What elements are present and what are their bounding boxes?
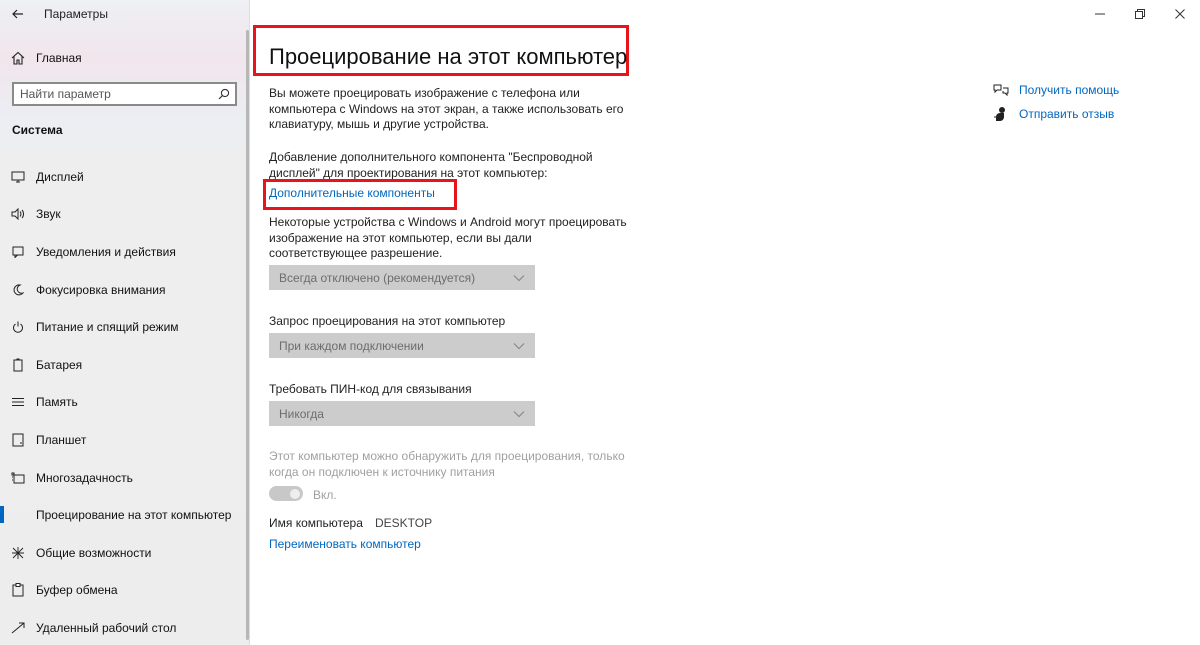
- chat-help-icon: [993, 83, 1019, 97]
- back-button[interactable]: [0, 0, 36, 28]
- send-feedback-link[interactable]: Отправить отзыв: [993, 102, 1119, 126]
- intro-text: Вы можете проецировать изображение с тел…: [269, 86, 624, 131]
- sidebar-item-label: Уведомления и действия: [36, 244, 176, 259]
- sidebar-item-display[interactable]: Дисплей: [0, 158, 248, 196]
- projection-permission-select[interactable]: Всегда отключено (рекомендуется): [269, 265, 535, 290]
- display-icon: [0, 171, 36, 183]
- sidebar-item-sound[interactable]: Звук: [0, 196, 248, 234]
- sidebar-item-clipboard[interactable]: Буфер обмена: [0, 572, 248, 610]
- optional-features-link[interactable]: Дополнительные компоненты: [269, 186, 435, 200]
- sidebar-item-storage[interactable]: Память: [0, 384, 248, 422]
- app-title: Параметры: [44, 7, 108, 21]
- maximize-button[interactable]: [1120, 0, 1160, 28]
- projection-permission-value: Всегда отключено (рекомендуется): [279, 270, 476, 285]
- power-discovery-text: Этот компьютер можно обнаружить для прое…: [269, 449, 625, 479]
- minimize-icon: [1095, 13, 1105, 15]
- sidebar-item-multitasking[interactable]: Многозадачность: [0, 459, 248, 497]
- sidebar-item-remote-desktop[interactable]: Удаленный рабочий стол: [0, 609, 248, 645]
- power-icon: [0, 321, 36, 333]
- rename-pc-link[interactable]: Переименовать компьютер: [269, 537, 421, 551]
- clipboard-icon: [0, 583, 36, 597]
- window-controls: [1080, 0, 1200, 28]
- sidebar-item-label: Батарея: [36, 357, 83, 372]
- sidebar-item-tablet[interactable]: Планшет: [0, 421, 248, 459]
- sidebar-item-label: Общие возможности: [36, 545, 152, 560]
- sidebar-item-shared-experiences[interactable]: Общие возможности: [0, 534, 248, 572]
- devices-text: Некоторые устройства с Windows и Android…: [269, 215, 627, 260]
- sidebar-item-label: Проецирование на этот компьютер: [36, 508, 232, 523]
- close-icon: [1175, 9, 1185, 19]
- sidebar-item-power[interactable]: Питание и спящий режим: [0, 308, 248, 346]
- restore-icon: [1135, 9, 1145, 19]
- minimize-button[interactable]: [1080, 0, 1120, 28]
- close-button[interactable]: [1160, 0, 1200, 28]
- back-arrow-icon: [12, 9, 23, 19]
- projection-request-value: При каждом подключении: [279, 338, 424, 353]
- sidebar-item-label: Буфер обмена: [36, 583, 118, 598]
- addon-text: Добавление дополнительного компонента "Б…: [269, 150, 593, 180]
- sidebar-item-label: Звук: [36, 207, 61, 222]
- notifications-icon: [0, 246, 36, 258]
- toggle-state-label: Вкл.: [313, 488, 337, 502]
- remote-desktop-icon: [0, 622, 36, 634]
- power-discovery-toggle[interactable]: [269, 486, 303, 501]
- chevron-down-icon: [513, 342, 525, 349]
- sidebar-item-label: Планшет: [36, 432, 87, 447]
- search-box[interactable]: [12, 82, 237, 106]
- feedback-icon: [993, 106, 1019, 122]
- section-title: Система: [12, 123, 63, 137]
- toggle-knob: [290, 488, 300, 499]
- sidebar-nav: Дисплей Звук Уведомления и действия Фоку…: [0, 158, 248, 645]
- sidebar-item-label: Питание и спящий режим: [36, 320, 179, 335]
- page-title: Проецирование на этот компьютер: [269, 44, 628, 69]
- focus-assist-icon: [0, 284, 36, 296]
- sidebar-item-label: Многозадачность: [36, 470, 133, 485]
- home-icon: [0, 51, 36, 65]
- chevron-down-icon: [513, 274, 525, 281]
- titlebar: Параметры: [0, 0, 250, 28]
- sidebar-item-label: Память: [36, 395, 78, 410]
- projection-request-select[interactable]: При каждом подключении: [269, 333, 535, 358]
- sidebar-item-focus-assist[interactable]: Фокусировка внимания: [0, 271, 248, 309]
- pc-name-label: Имя компьютера: [269, 516, 363, 530]
- help-panel: Получить помощь Отправить отзыв: [993, 78, 1119, 126]
- tablet-icon: [0, 433, 36, 447]
- pin-label: Требовать ПИН-код для связывания: [269, 382, 472, 396]
- sidebar-item-label: Дисплей: [36, 169, 84, 184]
- sidebar: Параметры Главная Система Дисплей Звук У…: [0, 0, 250, 645]
- sidebar-home-label: Главная: [36, 51, 82, 65]
- pc-name-value: DESKTOP: [375, 516, 433, 530]
- pin-value: Никогда: [279, 406, 324, 421]
- send-feedback-label: Отправить отзыв: [1019, 107, 1115, 121]
- sidebar-item-battery[interactable]: Батарея: [0, 346, 248, 384]
- pin-select[interactable]: Никогда: [269, 401, 535, 426]
- search-input[interactable]: [14, 87, 213, 101]
- sidebar-home[interactable]: Главная: [0, 44, 248, 72]
- get-help-label: Получить помощь: [1019, 83, 1120, 97]
- sidebar-item-label: Удаленный рабочий стол: [36, 620, 177, 635]
- sidebar-item-projecting[interactable]: Проецирование на этот компьютер: [0, 496, 248, 534]
- request-label: Запрос проецирования на этот компьютер: [269, 314, 506, 328]
- storage-icon: [0, 397, 36, 407]
- chevron-down-icon: [513, 410, 525, 417]
- sound-icon: [0, 208, 36, 221]
- multitasking-icon: [0, 472, 36, 484]
- sidebar-item-label: Фокусировка внимания: [36, 282, 166, 297]
- shared-experiences-icon: [0, 546, 36, 560]
- search-icon[interactable]: [213, 88, 235, 100]
- sidebar-scrollbar[interactable]: [246, 30, 249, 640]
- battery-icon: [0, 358, 36, 372]
- get-help-link[interactable]: Получить помощь: [993, 78, 1119, 102]
- sidebar-item-notifications[interactable]: Уведомления и действия: [0, 233, 248, 271]
